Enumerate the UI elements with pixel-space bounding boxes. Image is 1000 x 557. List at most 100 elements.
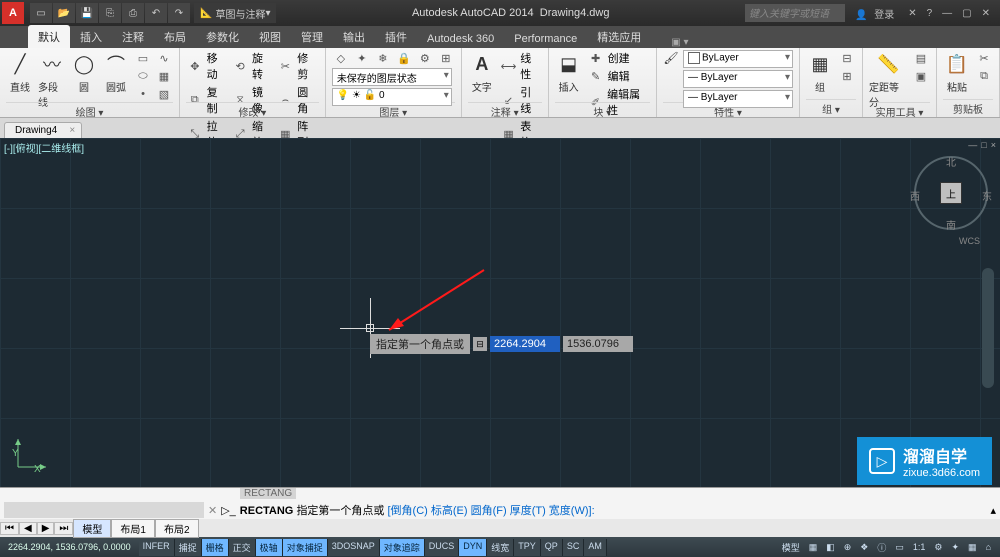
ribbon-expand-icon[interactable]: ▣ ▾ [671, 37, 688, 48]
dyn-y-field[interactable]: 1536.0796 [563, 336, 633, 352]
tab-insert[interactable]: 插入 [70, 25, 112, 48]
point-icon[interactable]: • [134, 86, 152, 102]
ungroup-icon[interactable]: ⊟ [838, 50, 856, 66]
status-toggle-对象捕捉[interactable]: 对象捕捉 [283, 539, 328, 556]
linetype-combo[interactable]: — ByLayer [683, 90, 793, 108]
status-tray-9[interactable]: ✦ [949, 542, 963, 553]
layout-tab-model[interactable]: 模型 [73, 519, 111, 538]
first-layout-icon[interactable]: ⏮ [0, 522, 19, 535]
status-toggle-线宽[interactable]: 线宽 [487, 539, 514, 556]
status-tray-7[interactable]: 1:1 [910, 542, 929, 552]
maximize-icon[interactable]: ▢ [958, 8, 975, 19]
tab-plugins[interactable]: 插件 [375, 25, 417, 48]
panel-group-label[interactable]: 组 ▾ [806, 99, 856, 117]
calc-icon[interactable]: ▤ [912, 50, 930, 66]
wcs-label[interactable]: WCS [959, 236, 980, 246]
status-toggle-infer[interactable]: INFER [139, 539, 175, 556]
status-toggle-ducs[interactable]: DUCS [425, 539, 460, 556]
dyn-x-field[interactable]: 2264.2904 [490, 336, 560, 352]
viewcube-top[interactable]: 上 [940, 182, 962, 204]
file-tab[interactable]: Drawing4× [4, 122, 82, 138]
status-tray-5[interactable]: ⓘ [874, 541, 889, 554]
rotate-icon[interactable]: ⟲ [231, 58, 249, 74]
status-tray-11[interactable]: ⌂ [983, 542, 994, 552]
panel-clip-label[interactable]: 剪贴板 [943, 99, 993, 117]
workspace-switcher[interactable]: 📐草图与注释 ▾ [194, 3, 276, 23]
app-icon[interactable]: A [2, 2, 24, 24]
status-toggle-3dosnap[interactable]: 3DOSNAP [328, 539, 380, 556]
tab-featured[interactable]: 精选应用 [587, 25, 651, 48]
next-layout-icon[interactable]: ▶ [37, 522, 55, 535]
save-icon[interactable]: 💾 [76, 3, 98, 23]
layout-tab-2[interactable]: 布局2 [155, 519, 199, 538]
move-icon[interactable]: ✥ [186, 58, 204, 74]
insert-button[interactable]: ⬓插入 [555, 50, 583, 94]
status-toggle-qp[interactable]: QP [541, 539, 563, 556]
status-toggle-am[interactable]: AM [584, 539, 607, 556]
status-toggle-捕捉[interactable]: 捕捉 [175, 539, 202, 556]
cmd-recent-icon[interactable]: ▴ [990, 504, 996, 517]
open-icon[interactable]: 📂 [53, 3, 75, 23]
redo-icon[interactable]: ↷ [168, 3, 190, 23]
status-toggle-对象追踪[interactable]: 对象追踪 [380, 539, 425, 556]
tab-parametric[interactable]: 参数化 [196, 25, 249, 48]
rect-icon[interactable]: ▭ [134, 50, 152, 66]
close-tab-icon[interactable]: × [69, 125, 75, 136]
close-icon[interactable]: ✕ [978, 8, 994, 19]
status-tray-8[interactable]: ⚙ [931, 542, 945, 553]
status-tray-0[interactable]: 模型 [779, 541, 803, 554]
cmd-close-icon[interactable]: ✕ [208, 504, 217, 517]
panel-anno-label[interactable]: 注释 ▾ [468, 102, 542, 120]
tab-default[interactable]: 默认 [28, 25, 70, 48]
status-toggle-极轴[interactable]: 极轴 [256, 539, 283, 556]
layout-tab-1[interactable]: 布局1 [111, 519, 155, 538]
cut-icon[interactable]: ✂ [975, 50, 993, 66]
ellipse-icon[interactable]: ⬭ [134, 68, 152, 84]
saveas-icon[interactable]: ⎘ [99, 3, 121, 23]
status-tray-4[interactable]: ❖ [857, 542, 871, 553]
select-icon[interactable]: ▣ [912, 68, 930, 84]
dyn-options-icon[interactable]: ⊟ [473, 337, 487, 351]
hatch-icon[interactable]: ▦ [155, 68, 173, 84]
exchange-icon[interactable]: ✕ [904, 8, 920, 19]
paste-button[interactable]: 📋粘贴 [943, 50, 971, 94]
arc-button[interactable]: ⌒圆弧 [102, 50, 130, 94]
prev-layout-icon[interactable]: ◀ [19, 522, 37, 535]
tab-view[interactable]: 视图 [249, 25, 291, 48]
status-toggle-sc[interactable]: SC [563, 539, 585, 556]
circle-button[interactable]: ◯圆 [70, 50, 98, 94]
viewport-label[interactable]: [-][俯视][二维线框] [4, 140, 84, 155]
status-tray-10[interactable]: ▦ [965, 542, 980, 553]
polyline-button[interactable]: 〰多段线 [38, 50, 66, 109]
layerstate-combo[interactable]: 未保存的图层状态 [332, 68, 452, 86]
tab-a360[interactable]: Autodesk 360 [417, 29, 504, 48]
signin-button[interactable]: 👤 登录 [851, 6, 902, 21]
tab-output[interactable]: 输出 [333, 25, 375, 48]
status-toggle-正交[interactable]: 正交 [229, 539, 256, 556]
groupedit-icon[interactable]: ⊞ [838, 68, 856, 84]
tab-performance[interactable]: Performance [504, 29, 587, 48]
group-button[interactable]: ▦组 [806, 50, 834, 94]
last-layout-icon[interactable]: ⏭ [54, 522, 73, 535]
vp-close-icon[interactable]: × [991, 140, 996, 150]
status-toggle-栅格[interactable]: 栅格 [202, 539, 229, 556]
spline-icon[interactable]: ∿ [155, 50, 173, 66]
status-toggle-tpy[interactable]: TPY [514, 539, 541, 556]
region-icon[interactable]: ▧ [155, 86, 173, 102]
tab-manage[interactable]: 管理 [291, 25, 333, 48]
navigation-bar[interactable] [982, 268, 994, 388]
cmd-drag-handle[interactable] [4, 502, 204, 518]
tab-layout[interactable]: 布局 [154, 25, 196, 48]
vp-min-icon[interactable]: — [968, 140, 977, 150]
vp-max-icon[interactable]: □ [981, 140, 986, 150]
status-toggle-dyn[interactable]: DYN [459, 539, 487, 556]
layer-combo[interactable]: 💡 ☀ 🔓 0 [332, 88, 452, 106]
panel-block-label[interactable]: 块 ▾ [555, 102, 650, 120]
help-icon[interactable]: ? [923, 8, 937, 19]
text-button[interactable]: A文字 [468, 50, 496, 94]
help-search[interactable]: 键入关键字或短语 [745, 4, 845, 22]
color-combo[interactable]: ByLayer [683, 50, 793, 68]
status-tray-1[interactable]: ▦ [806, 542, 821, 553]
minimize-icon[interactable]: — [938, 8, 956, 19]
panel-draw-label[interactable]: 绘图 ▾ [6, 102, 173, 120]
